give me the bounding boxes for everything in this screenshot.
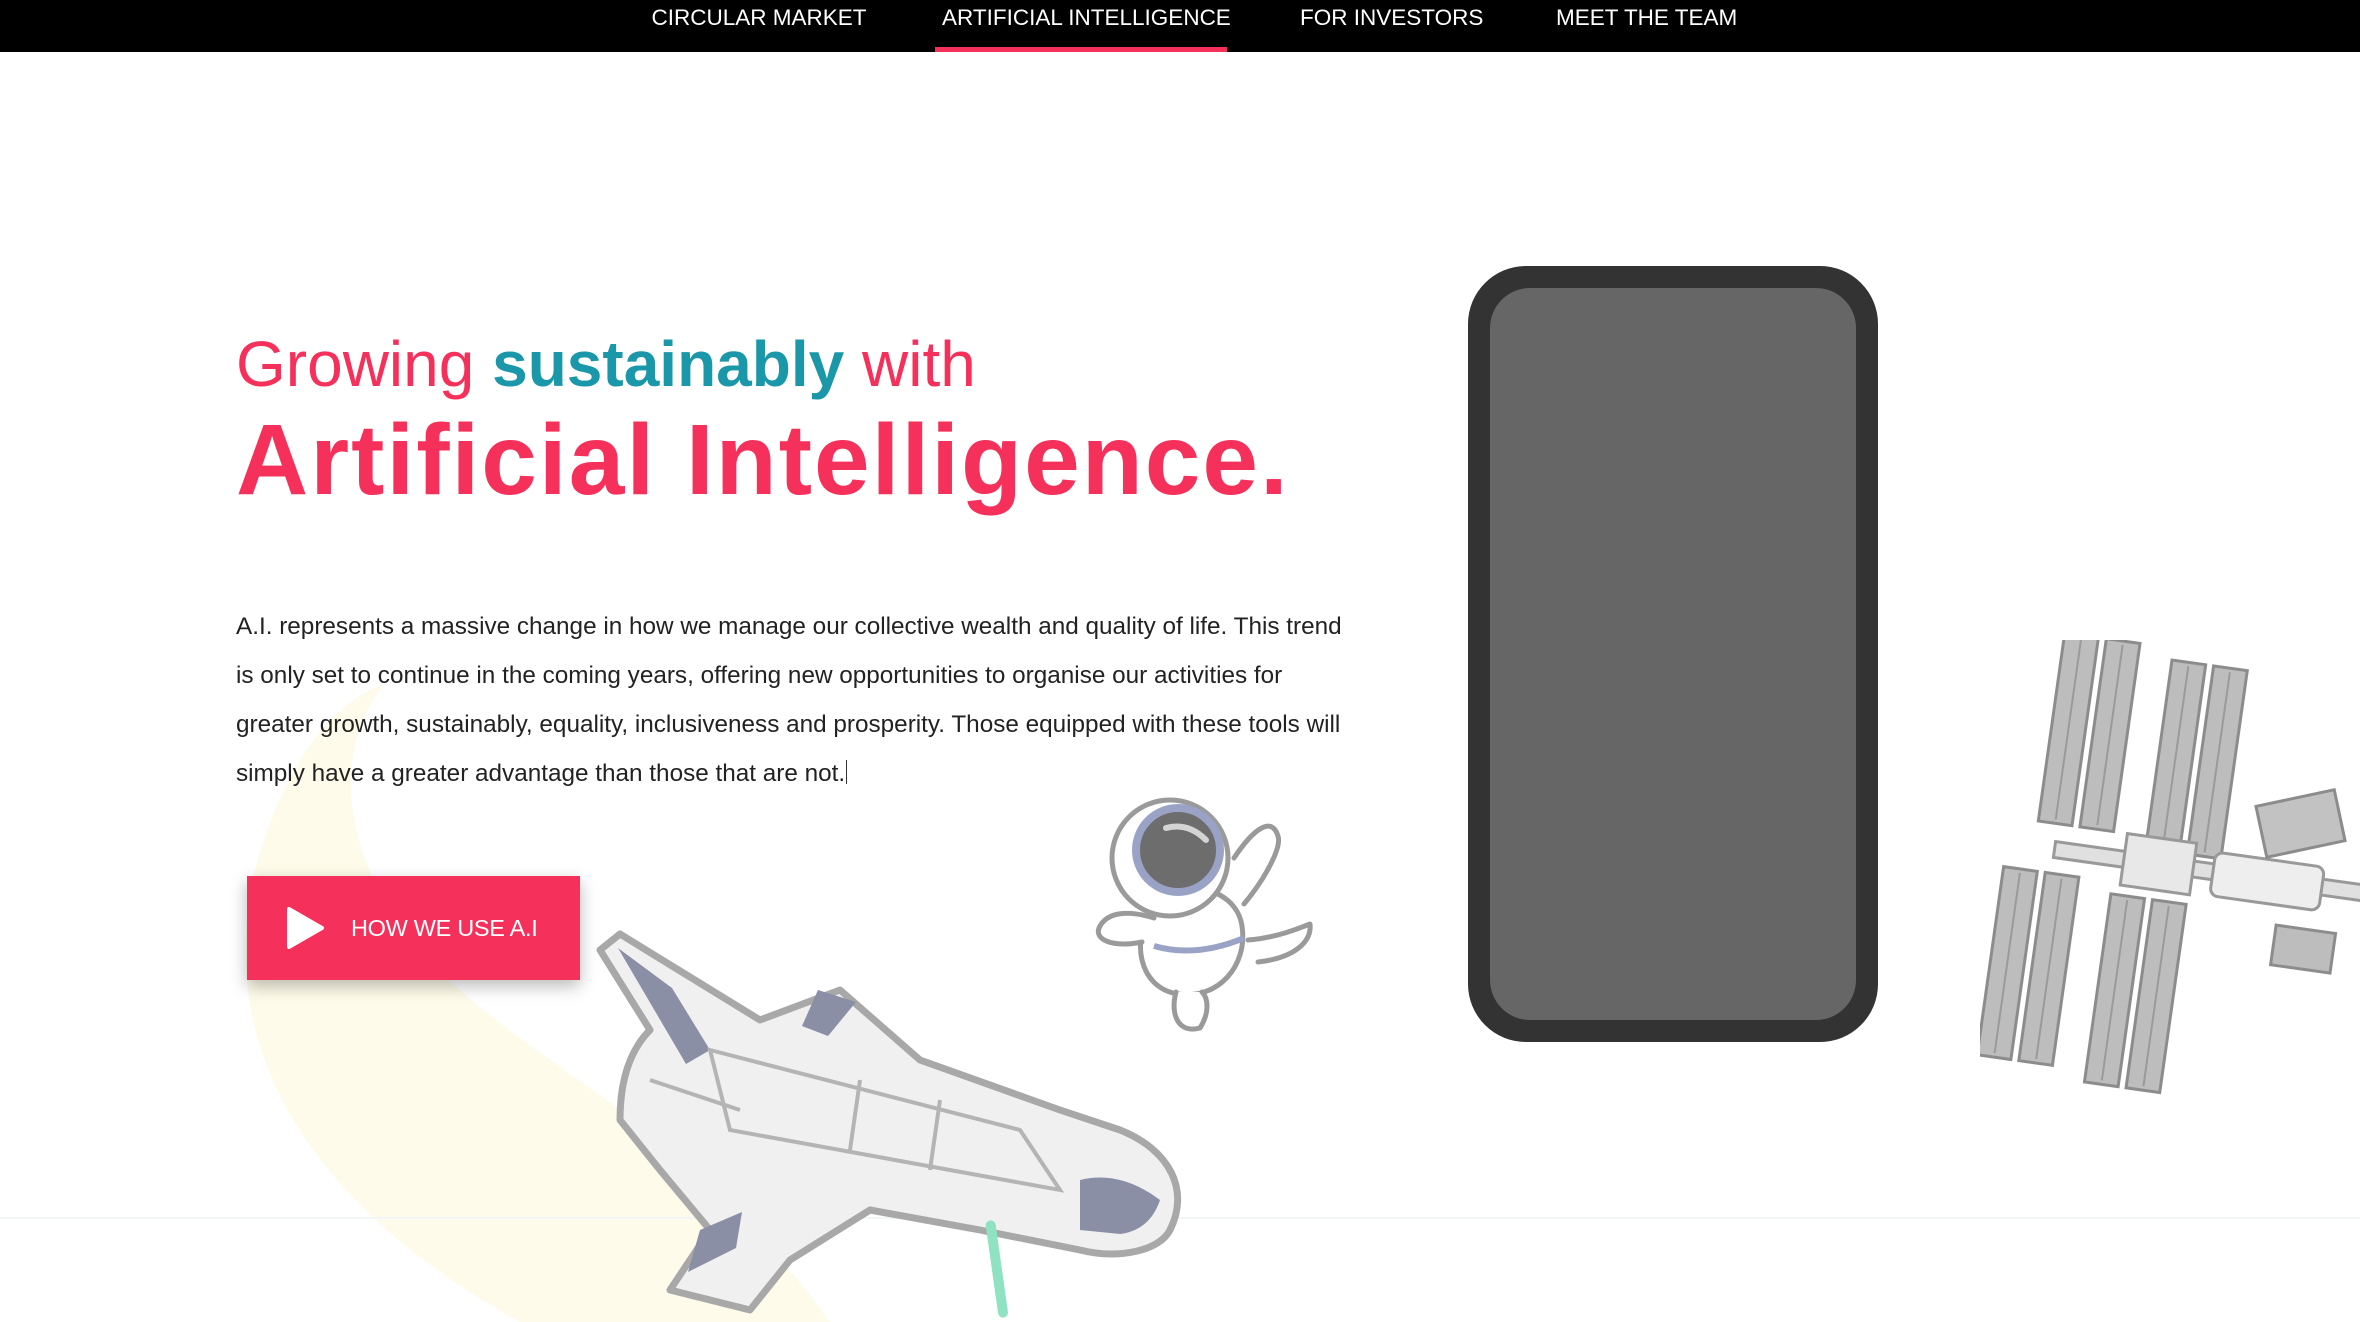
nav-item-artificial-intelligence[interactable]: ARTIFICIAL INTELLIGENCE xyxy=(935,0,1231,52)
space-shuttle-illustration xyxy=(596,930,1182,1318)
hero-title: Artificial Intelligence. xyxy=(236,404,1290,516)
hero-subheading: Growing sustainably with xyxy=(236,322,976,406)
phone-mockup xyxy=(1468,266,1878,1042)
nav-item-for-investors[interactable]: FOR INVESTORS xyxy=(1300,0,1483,52)
hero-description: A.I. represents a massive change in how … xyxy=(236,602,1346,798)
text-caret xyxy=(846,760,848,784)
top-navigation: CIRCULAR MARKET ARTIFICIAL INTELLIGENCE … xyxy=(0,0,2360,52)
hero-subheading-suffix: with xyxy=(844,328,976,400)
phone-screen xyxy=(1490,288,1856,1020)
hero-description-text: A.I. represents a massive change in how … xyxy=(236,613,1342,787)
play-icon xyxy=(287,907,324,949)
hero-subheading-prefix: Growing xyxy=(236,328,493,400)
how-we-use-ai-button[interactable]: HOW WE USE A.I xyxy=(247,876,580,980)
nav-item-circular-market[interactable]: CIRCULAR MARKET xyxy=(650,0,868,52)
nav-item-meet-the-team[interactable]: MEET THE TEAM xyxy=(1556,0,1737,52)
how-we-use-ai-label: HOW WE USE A.I xyxy=(351,915,538,941)
hero-subheading-accent: sustainably xyxy=(492,328,845,400)
space-station-illustration xyxy=(1980,640,2360,1095)
